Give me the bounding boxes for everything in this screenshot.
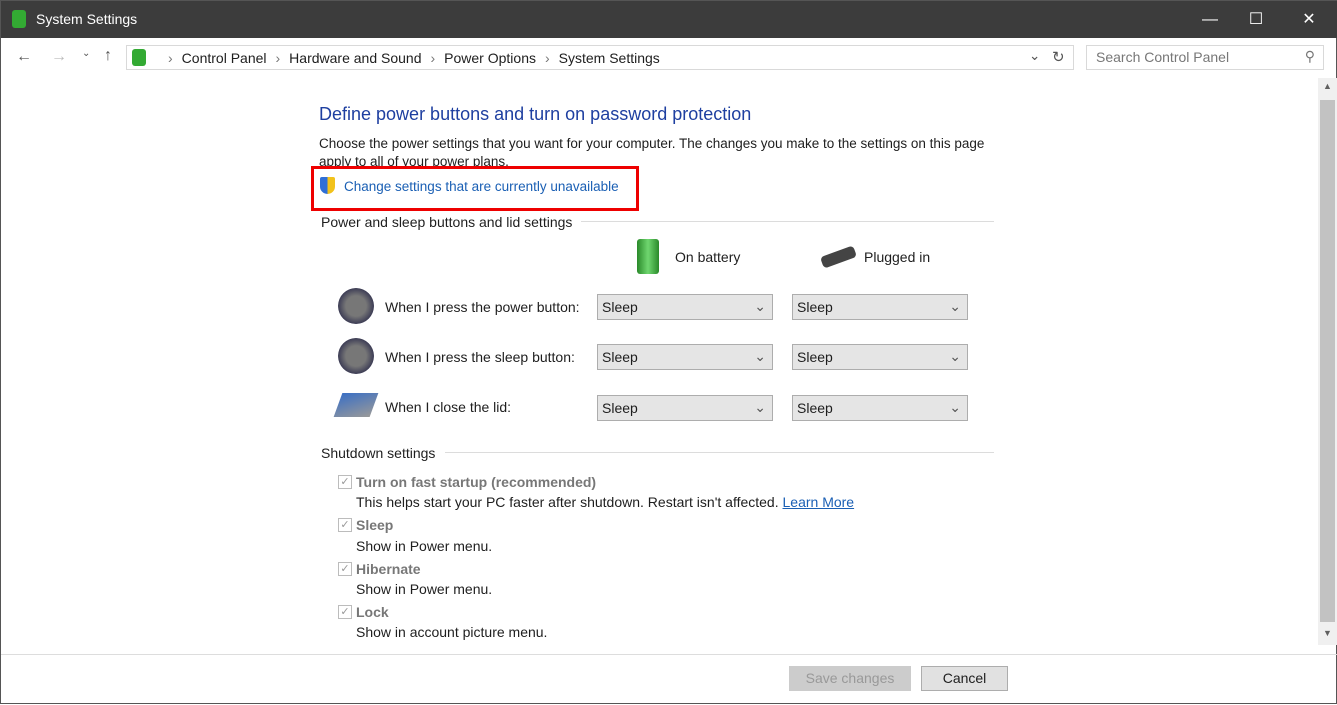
learn-more-link[interactable]: Learn More <box>783 494 855 510</box>
hibernate-desc: Show in Power menu. <box>356 581 493 597</box>
breadcrumb-system-settings[interactable]: System Settings <box>559 50 660 66</box>
breadcrumb-control-panel[interactable]: Control Panel <box>182 50 267 66</box>
lock-label: Lock <box>356 604 389 620</box>
scroll-up-icon[interactable]: ▲ <box>1323 81 1332 91</box>
sleep-desc: Show in Power menu. <box>356 538 493 554</box>
power-button-battery-select[interactable]: Sleep ⌄ <box>597 294 773 320</box>
lock-desc: Show in account picture menu. <box>356 624 548 640</box>
power-button-icon <box>338 288 374 324</box>
chevron-down-icon: ⌄ <box>754 399 766 415</box>
sleep-button-icon <box>338 338 374 374</box>
sleep-button-battery-select[interactable]: Sleep ⌄ <box>597 344 773 370</box>
chevron-down-icon: ⌄ <box>754 298 766 314</box>
on-battery-header: On battery <box>675 249 741 265</box>
select-value: Sleep <box>602 400 638 416</box>
title-bar: System Settings — ☐ ✕ <box>1 1 1337 38</box>
sleep-checkbox[interactable]: ✓ <box>338 518 352 532</box>
recent-dropdown-icon[interactable]: ⌄ <box>82 48 90 59</box>
select-value: Sleep <box>797 400 833 416</box>
fast-startup-checkbox[interactable]: ✓ <box>338 475 352 489</box>
select-value: Sleep <box>797 299 833 315</box>
fast-startup-label: Turn on fast startup (recommended) <box>356 474 597 490</box>
scroll-down-icon[interactable]: ▼ <box>1323 628 1332 638</box>
battery-icon <box>637 239 659 274</box>
chevron-down-icon: ⌄ <box>949 348 961 364</box>
power-options-icon <box>12 10 26 28</box>
sleep-button-label: When I press the sleep button: <box>385 349 575 365</box>
power-button-plugged-select[interactable]: Sleep ⌄ <box>792 294 968 320</box>
fast-startup-desc: This helps start your PC faster after sh… <box>356 494 854 510</box>
cancel-button[interactable]: Cancel <box>921 666 1008 691</box>
refresh-icon[interactable]: ↻ <box>1052 48 1065 66</box>
footer <box>1 654 1337 705</box>
hibernate-checkbox[interactable]: ✓ <box>338 562 352 576</box>
select-value: Sleep <box>602 349 638 365</box>
save-changes-button[interactable]: Save changes <box>789 666 911 691</box>
back-icon[interactable]: ← <box>16 48 32 66</box>
search-icon[interactable]: ⚲ <box>1305 48 1315 65</box>
fast-startup-desc-text: This helps start your PC faster after sh… <box>356 494 779 510</box>
search-input[interactable]: Search Control Panel ⚲ <box>1086 45 1324 70</box>
page-title: Define power buttons and turn on passwor… <box>319 104 752 124</box>
control-panel-icon <box>132 49 146 66</box>
select-value: Sleep <box>797 349 833 365</box>
address-bar[interactable]: › Control Panel › Hardware and Sound › Powe… <box>126 45 1074 70</box>
power-section-title: Power and sleep buttons and lid settings <box>321 214 573 230</box>
window-title: System Settings <box>36 11 138 27</box>
lock-checkbox[interactable]: ✓ <box>338 605 352 619</box>
power-button-label: When I press the power button: <box>385 299 580 315</box>
laptop-lid-icon <box>333 393 379 417</box>
forward-icon[interactable]: → <box>51 48 67 66</box>
chevron-down-icon: ⌄ <box>949 298 961 314</box>
search-placeholder: Search Control Panel <box>1096 49 1230 65</box>
close-lid-label: When I close the lid: <box>385 399 512 415</box>
uac-shield-icon <box>320 177 335 194</box>
shutdown-section-title: Shutdown settings <box>321 445 436 461</box>
vertical-scrollbar[interactable]: ▲ ▼ <box>1318 78 1337 645</box>
maximize-button[interactable]: ☐ <box>1233 1 1279 38</box>
change-settings-link[interactable]: Change settings that are currently unava… <box>344 179 619 194</box>
breadcrumb-power-options[interactable]: Power Options <box>444 50 536 66</box>
scrollbar-thumb[interactable] <box>1320 100 1335 622</box>
close-lid-plugged-select[interactable]: Sleep ⌄ <box>792 395 968 421</box>
hibernate-label: Hibernate <box>356 561 421 577</box>
close-button[interactable]: ✕ <box>1286 1 1332 38</box>
plugged-in-header: Plugged in <box>864 249 931 265</box>
breadcrumb-hardware-and-sound[interactable]: Hardware and Sound <box>289 50 421 66</box>
sleep-label: Sleep <box>356 517 394 533</box>
chevron-down-icon: ⌄ <box>754 348 766 364</box>
minimize-button[interactable]: — <box>1187 1 1233 38</box>
up-icon[interactable]: ↑ <box>104 47 112 65</box>
plug-icon <box>820 245 857 269</box>
address-dropdown-icon[interactable]: ⌄ <box>1029 48 1040 64</box>
sleep-button-plugged-select[interactable]: Sleep ⌄ <box>792 344 968 370</box>
chevron-down-icon: ⌄ <box>949 399 961 415</box>
select-value: Sleep <box>602 299 638 315</box>
close-lid-battery-select[interactable]: Sleep ⌄ <box>597 395 773 421</box>
